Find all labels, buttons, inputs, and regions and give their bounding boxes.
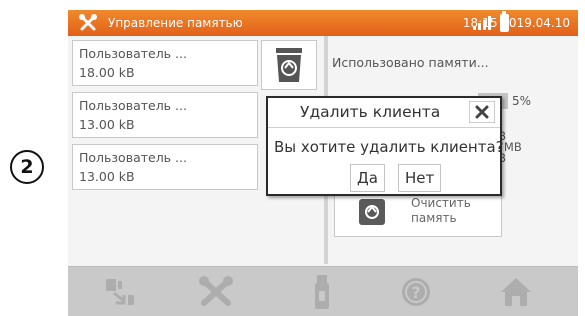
status-bar: Управление памятью 18:15 2019.04.10 (68, 10, 578, 36)
list-item-user-1[interactable]: Пользователь ... 18.00 kB (72, 40, 258, 86)
clear-memory-label: Очистить память (411, 196, 471, 226)
user-name: Пользователь ... (79, 98, 187, 113)
user-size: 13.00 kB (79, 117, 135, 132)
usb-icon (315, 275, 329, 309)
list-item-user-2[interactable]: Пользователь ... 13.00 kB (72, 92, 258, 138)
usb-button[interactable] (304, 275, 340, 309)
help-icon: ? (402, 278, 430, 306)
bottom-toolbar: ? (68, 266, 578, 316)
help-button[interactable]: ? (398, 275, 434, 309)
no-button[interactable]: Нет (398, 164, 442, 192)
settings-icon (199, 276, 233, 306)
recycle-icon (359, 199, 385, 225)
user-name: Пользователь ... (79, 46, 187, 61)
dialog-header: Удалить клиента (268, 98, 500, 128)
dialog-message: Вы хотите удалить клиента? (274, 138, 504, 156)
export-button[interactable] (102, 275, 138, 309)
delete-client-dialog: Удалить клиента Вы хотите удалить клиент… (266, 96, 504, 196)
export-icon (106, 279, 134, 305)
datetime: 18:15 2019.04.10 (462, 16, 570, 30)
home-icon (501, 278, 531, 306)
svg-text:?: ? (411, 283, 420, 302)
user-size: 13.00 kB (79, 169, 135, 184)
user-size: 18.00 kB (79, 65, 135, 80)
dialog-close-button[interactable] (469, 101, 495, 123)
list-item-user-3[interactable]: Пользователь ... 13.00 kB (72, 144, 258, 190)
home-button[interactable] (498, 275, 534, 309)
window-title: Управление памятью (108, 16, 243, 30)
user-name: Пользователь ... (79, 150, 187, 165)
memory-used-title: Использовано памяти... (332, 55, 489, 70)
trash-icon (276, 48, 302, 82)
delete-user-button[interactable] (261, 40, 317, 90)
device-screen: Управление памятью 18:15 2019.04.10 Поль… (68, 10, 578, 316)
clear-label-line1: Очистить (411, 196, 471, 210)
yes-button[interactable]: Да (350, 164, 385, 192)
tools-icon (79, 14, 97, 31)
close-icon (475, 105, 489, 119)
memory-usage-percent: 5% (512, 94, 532, 108)
settings-button[interactable] (198, 275, 234, 309)
dialog-title: Удалить клиента (300, 103, 441, 121)
step-marker: 2 (10, 150, 44, 184)
clear-label-line2: память (411, 211, 457, 225)
